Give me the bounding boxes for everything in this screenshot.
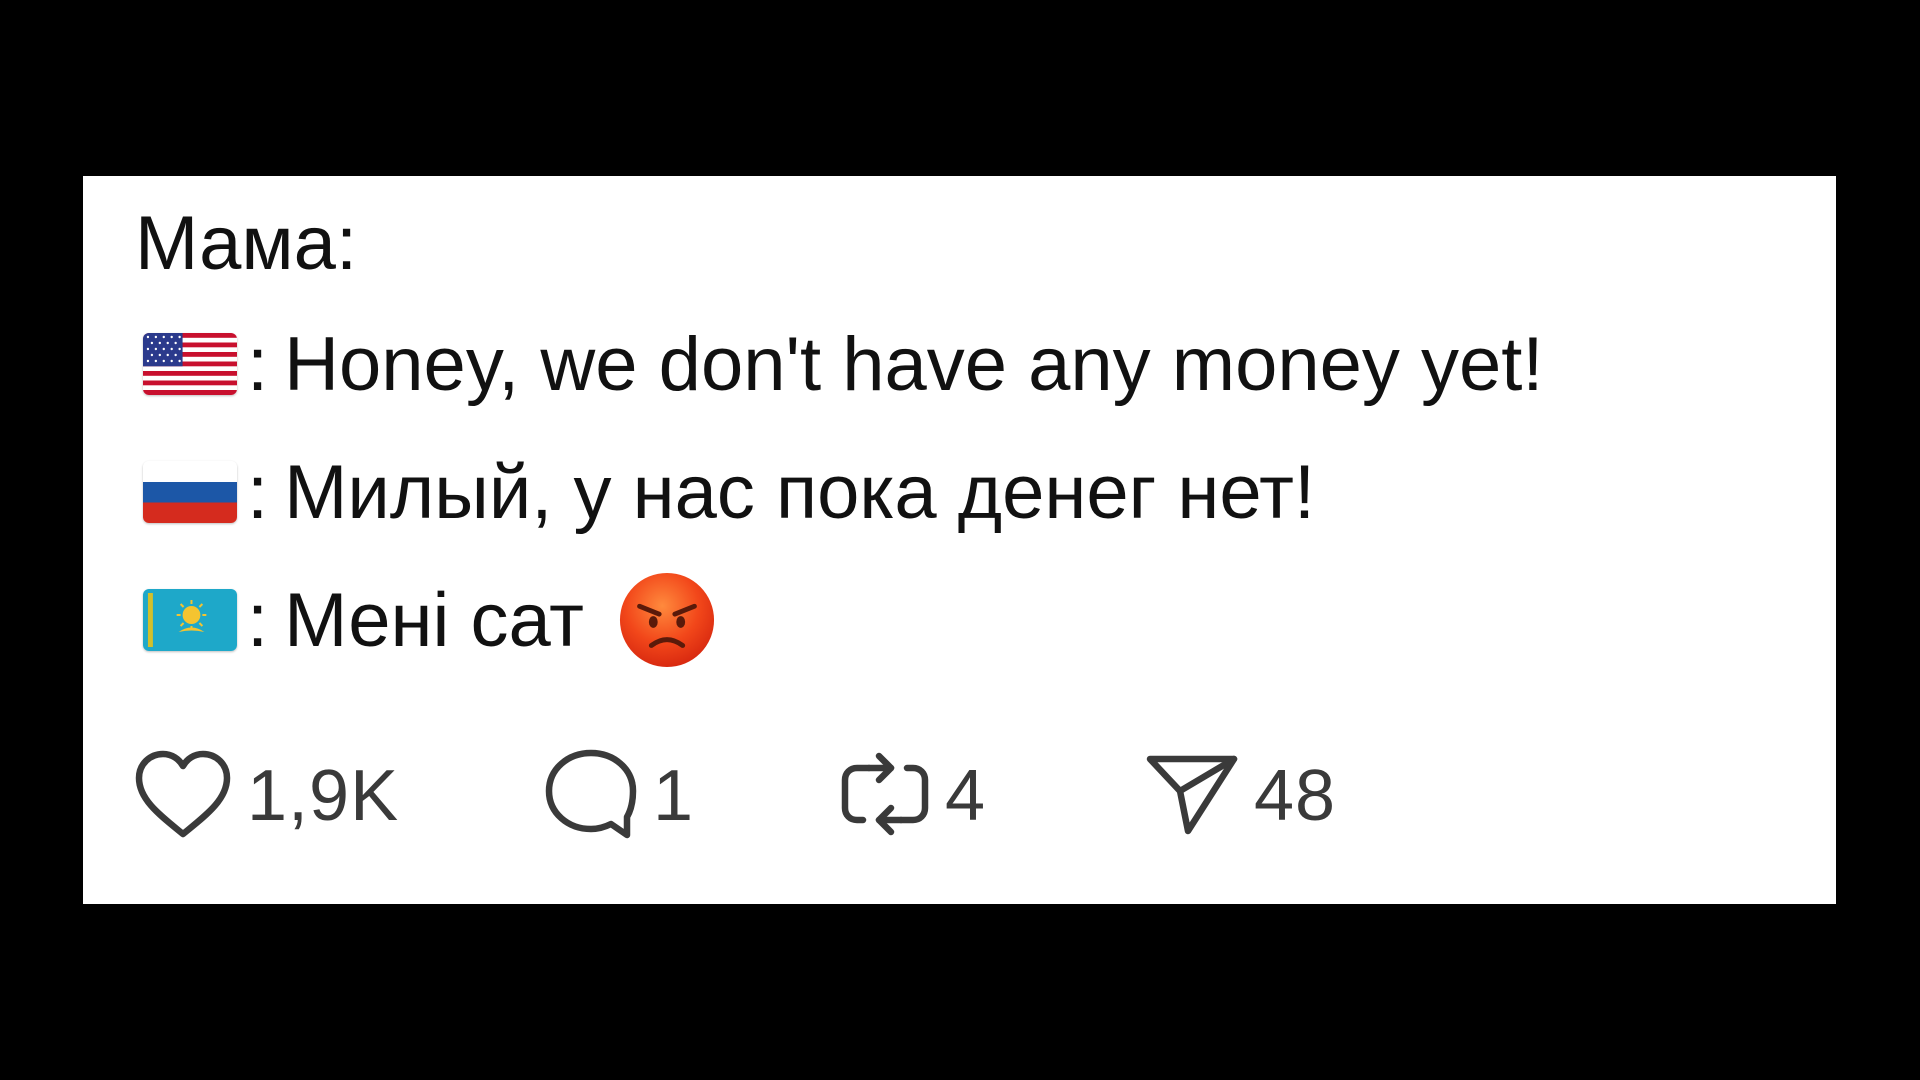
line-separator: : xyxy=(247,321,269,407)
heart-icon xyxy=(133,748,233,845)
post-line-us: : Honey, we don't have any money yet! xyxy=(143,316,1544,412)
repost-count: 4 xyxy=(945,756,987,836)
line-separator: : xyxy=(247,577,269,663)
like-button[interactable]: 1,9K xyxy=(133,746,399,846)
post-line-kz: : Мені сат xyxy=(143,572,716,668)
line-text-us: Honey, we don't have any money yet! xyxy=(284,321,1544,407)
share-count: 48 xyxy=(1254,756,1337,836)
like-count: 1,9K xyxy=(247,756,400,836)
send-icon xyxy=(1144,751,1240,842)
comment-button[interactable]: 1 xyxy=(543,746,694,846)
post-title: Мама: xyxy=(135,201,358,286)
post-action-bar: 1,9K 1 4 48 xyxy=(133,746,1733,846)
comment-bubble-icon xyxy=(543,747,639,846)
post-card: Мама:: Honey, we don't have any money y… xyxy=(83,176,1836,904)
repost-button[interactable]: 4 xyxy=(839,746,986,846)
angry-face-emoji-icon xyxy=(618,571,716,669)
line-separator: : xyxy=(247,449,269,535)
line-text-kz: Мені сат xyxy=(284,577,584,663)
comment-count: 1 xyxy=(653,756,695,836)
repost-icon xyxy=(839,746,931,847)
share-button[interactable]: 48 xyxy=(1144,746,1336,846)
post-line-ru: : Милый, у нас пока денег нет! xyxy=(143,444,1315,540)
us-flag-icon xyxy=(143,333,237,395)
kz-flag-icon xyxy=(143,589,237,651)
line-text-ru: Милый, у нас пока денег нет! xyxy=(284,449,1316,535)
ru-flag-icon xyxy=(143,461,237,523)
